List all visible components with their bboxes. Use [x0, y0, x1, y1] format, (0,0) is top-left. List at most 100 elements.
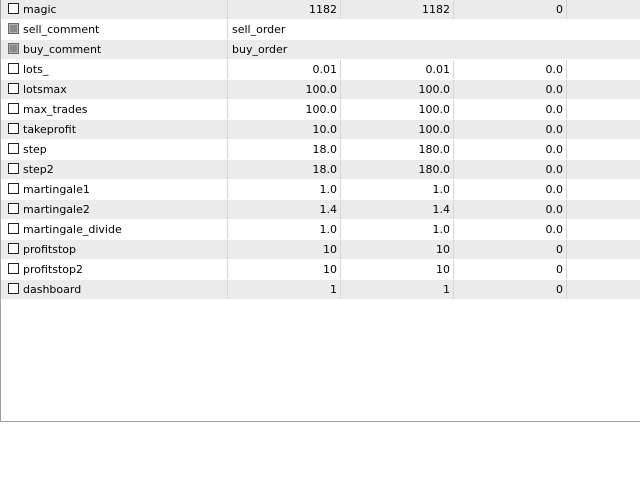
parameter-stop-cell[interactable]: [567, 160, 640, 179]
parameter-value-cell[interactable]: 1182: [228, 0, 341, 19]
parameter-step-cell[interactable]: 0: [454, 280, 567, 299]
optimize-checkbox: [8, 43, 19, 54]
optimize-checkbox[interactable]: [8, 283, 19, 294]
parameter-start-cell[interactable]: 1.0: [341, 180, 454, 199]
optimize-checkbox[interactable]: [8, 263, 19, 274]
optimize-checkbox[interactable]: [8, 3, 19, 14]
parameter-name: max_trades: [23, 103, 88, 116]
parameter-name-cell: lotsmax: [1, 80, 228, 99]
optimize-checkbox[interactable]: [8, 123, 19, 134]
optimize-checkbox[interactable]: [8, 183, 19, 194]
optimize-checkbox[interactable]: [8, 83, 19, 94]
parameter-value-cell[interactable]: 1.0: [228, 180, 341, 199]
parameter-stop-cell[interactable]: [567, 100, 640, 119]
optimize-checkbox[interactable]: [8, 243, 19, 254]
parameter-value-cell[interactable]: 1: [228, 280, 341, 299]
parameter-row[interactable]: sell_comment sell_order: [1, 20, 640, 40]
parameter-row[interactable]: martingale1 1.0 1.0 0.0: [1, 180, 640, 200]
parameter-name: magic: [23, 3, 57, 16]
parameter-row[interactable]: profitstop2 10 10 0: [1, 260, 640, 280]
parameter-start-cell[interactable]: 1.0: [341, 220, 454, 239]
parameter-row[interactable]: lotsmax 100.0 100.0 0.0: [1, 80, 640, 100]
parameter-stop-cell[interactable]: [567, 0, 640, 19]
parameter-stop-cell[interactable]: [567, 280, 640, 299]
parameter-row[interactable]: step2 18.0 180.0 0.0: [1, 160, 640, 180]
parameter-value-cell[interactable]: 100.0: [228, 100, 341, 119]
parameter-name: step2: [23, 163, 54, 176]
parameter-value-cell[interactable]: buy_order: [228, 40, 640, 59]
parameter-name: martingale_divide: [23, 223, 122, 236]
optimize-checkbox: [8, 23, 19, 34]
optimize-checkbox[interactable]: [8, 63, 19, 74]
parameter-row[interactable]: profitstop 10 10 0: [1, 240, 640, 260]
parameter-stop-cell[interactable]: [567, 220, 640, 239]
parameter-stop-cell[interactable]: [567, 60, 640, 79]
parameter-name: martingale2: [23, 203, 90, 216]
parameter-name: takeprofit: [23, 123, 77, 136]
parameter-step-cell[interactable]: 0: [454, 260, 567, 279]
parameter-stop-cell[interactable]: [567, 80, 640, 99]
parameter-value-cell[interactable]: 18.0: [228, 140, 341, 159]
parameter-row[interactable]: martingale2 1.4 1.4 0.0: [1, 200, 640, 220]
parameter-name-cell: lots_: [1, 60, 228, 79]
parameter-row[interactable]: magic 1182 1182 0: [1, 0, 640, 20]
parameter-step-cell[interactable]: 0.0: [454, 120, 567, 139]
parameter-step-cell[interactable]: 0.0: [454, 180, 567, 199]
parameter-start-cell[interactable]: 100.0: [341, 80, 454, 99]
parameter-start-cell[interactable]: 1.4: [341, 200, 454, 219]
parameter-name-cell: max_trades: [1, 100, 228, 119]
parameter-stop-cell[interactable]: [567, 140, 640, 159]
parameter-step-cell[interactable]: 0.0: [454, 60, 567, 79]
parameter-row[interactable]: buy_comment buy_order: [1, 40, 640, 60]
optimize-checkbox[interactable]: [8, 163, 19, 174]
parameter-start-cell[interactable]: 0.01: [341, 60, 454, 79]
parameter-step-cell[interactable]: 0: [454, 0, 567, 19]
parameter-name-cell: takeprofit: [1, 120, 228, 139]
parameter-stop-cell[interactable]: [567, 260, 640, 279]
parameter-start-cell[interactable]: 10: [341, 240, 454, 259]
parameter-step-cell[interactable]: 0: [454, 240, 567, 259]
parameter-value-cell[interactable]: 10: [228, 260, 341, 279]
parameter-name-cell: profitstop: [1, 240, 228, 259]
optimize-checkbox[interactable]: [8, 223, 19, 234]
parameter-row[interactable]: max_trades 100.0 100.0 0.0: [1, 100, 640, 120]
parameter-value-cell[interactable]: 100.0: [228, 80, 341, 99]
optimize-checkbox[interactable]: [8, 143, 19, 154]
parameter-step-cell[interactable]: 0.0: [454, 80, 567, 99]
parameter-row[interactable]: martingale_divide 1.0 1.0 0.0: [1, 220, 640, 240]
parameter-start-cell[interactable]: 180.0: [341, 160, 454, 179]
parameter-name-cell: step: [1, 140, 228, 159]
parameter-value-cell[interactable]: sell_order: [228, 20, 640, 39]
parameter-step-cell[interactable]: 0.0: [454, 200, 567, 219]
parameter-step-cell[interactable]: 0.0: [454, 100, 567, 119]
parameter-start-cell[interactable]: 100.0: [341, 120, 454, 139]
parameter-value-cell[interactable]: 10.0: [228, 120, 341, 139]
parameter-start-cell[interactable]: 100.0: [341, 100, 454, 119]
parameter-row[interactable]: step 18.0 180.0 0.0: [1, 140, 640, 160]
parameter-step-cell[interactable]: 0.0: [454, 220, 567, 239]
parameter-value-cell[interactable]: 10: [228, 240, 341, 259]
parameter-value-cell[interactable]: 0.01: [228, 60, 341, 79]
parameter-start-cell[interactable]: 180.0: [341, 140, 454, 159]
parameter-start-cell[interactable]: 10: [341, 260, 454, 279]
optimize-checkbox[interactable]: [8, 103, 19, 114]
parameter-row[interactable]: lots_ 0.01 0.01 0.0: [1, 60, 640, 80]
parameter-row[interactable]: dashboard 1 1 0: [1, 280, 640, 300]
parameter-value-cell[interactable]: 1.0: [228, 220, 341, 239]
parameter-name-cell: buy_comment: [1, 40, 228, 59]
parameter-row[interactable]: takeprofit 10.0 100.0 0.0: [1, 120, 640, 140]
parameter-stop-cell[interactable]: [567, 200, 640, 219]
parameter-name: lotsmax: [23, 83, 67, 96]
parameter-value-cell[interactable]: 1.4: [228, 200, 341, 219]
parameter-stop-cell[interactable]: [567, 240, 640, 259]
parameter-name-cell: step2: [1, 160, 228, 179]
parameter-stop-cell[interactable]: [567, 120, 640, 139]
parameter-step-cell[interactable]: 0.0: [454, 160, 567, 179]
parameter-name: profitstop2: [23, 263, 83, 276]
parameter-value-cell[interactable]: 18.0: [228, 160, 341, 179]
optimize-checkbox[interactable]: [8, 203, 19, 214]
parameter-start-cell[interactable]: 1182: [341, 0, 454, 19]
parameter-step-cell[interactable]: 0.0: [454, 140, 567, 159]
parameter-stop-cell[interactable]: [567, 180, 640, 199]
parameter-start-cell[interactable]: 1: [341, 280, 454, 299]
